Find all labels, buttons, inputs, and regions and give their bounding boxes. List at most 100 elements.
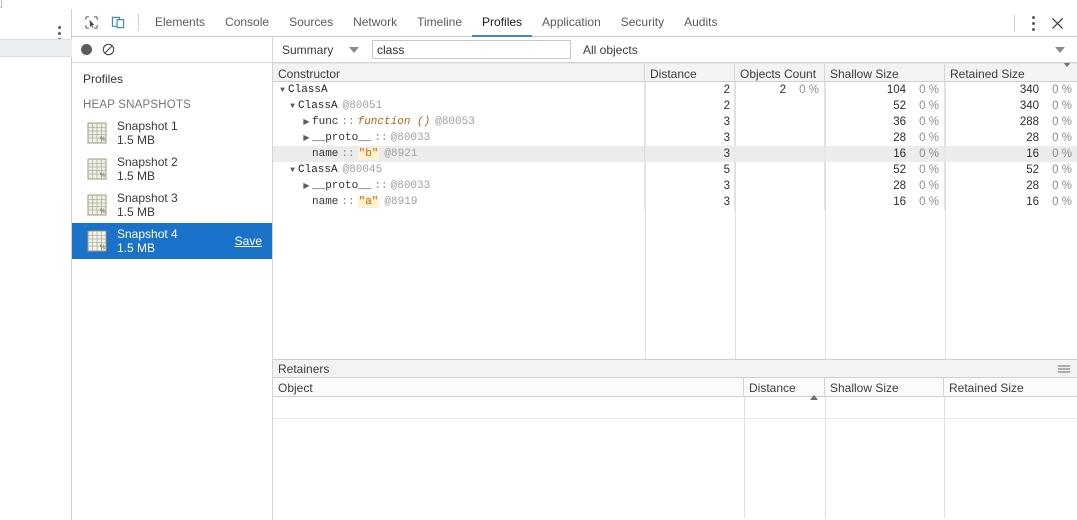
hamburger-icon[interactable] [1058, 363, 1070, 374]
retained-size-percent: 0 % [1052, 132, 1072, 144]
view-mode-select[interactable]: Summary [282, 43, 372, 57]
cell-constructor: name :: "b" @8921 [273, 146, 645, 162]
column-header-retained-size[interactable]: Retained Size [944, 378, 1077, 397]
cell-retained-size: 340 0 % [945, 82, 1077, 98]
class-filter-input[interactable] [372, 40, 571, 59]
column-header-distance[interactable]: Distance [645, 64, 735, 83]
column-header-distance[interactable]: Distance [744, 378, 825, 400]
table-row[interactable]: ▼ ClassA @80045 5 52 0 % 52 0 % [273, 162, 1077, 178]
table-row[interactable]: name :: "b" @8921 3 16 0 % 16 0 % [273, 146, 1077, 162]
table-row[interactable]: ▶ __proto__ :: @80033 3 28 0 % 28 0 % [273, 178, 1077, 194]
property-name: name [312, 148, 339, 160]
cell-constructor: ▼ ClassA [273, 82, 645, 98]
shallow-size-value: 16 [893, 196, 906, 208]
object-id: @8919 [384, 196, 418, 208]
sidebar-item-snapshot-1[interactable]: % Snapshot 1 1.5 MB [72, 115, 272, 151]
retained-size-percent: 0 % [1052, 196, 1072, 208]
tab-elements[interactable]: Elements [145, 9, 215, 37]
cell-distance: 3 [645, 178, 735, 194]
column-header-retained-size[interactable]: Retained Size [945, 63, 1077, 83]
sidebar-item-snapshot-3[interactable]: % Snapshot 3 1.5 MB [72, 187, 272, 223]
retained-size-percent: 0 % [1052, 180, 1072, 192]
property-value: function () [357, 116, 431, 128]
column-header-object[interactable]: Object [273, 378, 744, 397]
twisty-open-icon[interactable]: ▼ [277, 86, 288, 95]
table-row[interactable]: name :: "a" @8919 3 16 0 % 16 0 % [273, 194, 1077, 210]
cell-retained-size: 28 0 % [945, 130, 1077, 146]
profiles-toolbar-right: Summary All objects [273, 37, 1077, 63]
retained-size-value: 340 [1019, 84, 1039, 96]
sidebar-item-snapshot-4[interactable]: % Snapshot 4 1.5 MB Save [72, 223, 272, 259]
device-toolbar-icon[interactable] [106, 11, 131, 35]
devtools-tool-icons [72, 11, 145, 35]
profiles-toolbar-left [72, 36, 273, 63]
retainers-grid: Object Distance Shallow Size Retained Si… [273, 378, 1077, 518]
sort-ascending-icon [810, 380, 818, 400]
column-header-shallow-size[interactable]: Shallow Size [825, 64, 945, 83]
devtools-screenshot: Elements Console Sources Network Timelin… [0, 0, 1077, 520]
close-icon[interactable] [1045, 11, 1069, 35]
cell-distance: 2 [645, 82, 735, 98]
tab-profiles[interactable]: Profiles [472, 9, 533, 37]
property-name: __proto__ [312, 180, 372, 192]
twisty-open-icon[interactable]: ▼ [287, 102, 298, 111]
column-header-objects-count[interactable]: Objects Count [735, 64, 825, 83]
tab-label: Security [620, 14, 665, 29]
column-header-constructor[interactable]: Constructor [273, 64, 645, 83]
tab-audits[interactable]: Audits [674, 9, 727, 37]
property-value: "a" [357, 196, 380, 208]
devtools-kebab-menu-icon[interactable] [1023, 11, 1043, 35]
inspect-element-icon[interactable] [79, 11, 104, 35]
table-row[interactable]: ▶ func :: function () @80053 3 36 0 % 28… [273, 114, 1077, 130]
tab-console[interactable]: Console [215, 9, 279, 37]
table-row[interactable]: ▶ __proto__ :: @80033 3 28 0 % 28 0 % [273, 130, 1077, 146]
object-id: @80051 [342, 100, 383, 112]
browser-active-tab[interactable] [1, 0, 1077, 8]
property-value: "b" [357, 148, 380, 160]
tab-network[interactable]: Network [343, 9, 407, 37]
property-separator: :: [374, 180, 388, 192]
clear-prohibited-icon[interactable] [102, 43, 115, 56]
tab-timeline[interactable]: Timeline [407, 9, 472, 37]
snapshot-text: Snapshot 4 1.5 MB [117, 227, 178, 255]
shallow-size-percent: 0 % [919, 148, 939, 160]
heap-snapshot-view: Constructor Distance Objects Count Shall… [273, 63, 1077, 520]
retainers-panel: Retainers Object Distance Shallow Size R… [273, 360, 1077, 519]
distance-value: 3 [723, 180, 730, 192]
cell-objects-count [735, 194, 825, 210]
distance-value: 3 [723, 148, 730, 160]
twisty-closed-icon[interactable]: ▶ [301, 133, 312, 143]
tab-sources[interactable]: Sources [279, 9, 343, 37]
column-header-shallow-size[interactable]: Shallow Size [825, 378, 944, 397]
cell-retained-size: 16 0 % [945, 146, 1077, 162]
twisty-open-icon[interactable]: ▼ [287, 166, 298, 175]
shallow-size-value: 28 [893, 132, 906, 144]
sidebar-item-snapshot-2[interactable]: % Snapshot 2 1.5 MB [72, 151, 272, 187]
distance-value: 3 [723, 132, 730, 144]
tab-application[interactable]: Application [532, 9, 611, 37]
svg-text:%: % [100, 209, 106, 215]
property-separator: :: [341, 196, 355, 208]
table-row[interactable]: ▼ ClassA @80051 2 52 0 % 340 0 % [273, 98, 1077, 114]
twisty-closed-icon[interactable]: ▶ [301, 117, 312, 127]
column-label: Object [278, 380, 313, 395]
cell-shallow-size: 16 0 % [825, 194, 945, 210]
retainers-grid-header: Object Distance Shallow Size Retained Si… [273, 378, 1077, 400]
twisty-closed-icon[interactable]: ▶ [301, 181, 312, 191]
table-row[interactable]: ▼ ClassA 2 2 0 % 104 0 % 340 0 % [273, 82, 1077, 98]
property-separator: :: [374, 132, 388, 144]
tab-label: Elements [155, 14, 206, 29]
retained-size-percent: 0 % [1052, 164, 1072, 176]
tab-security[interactable]: Security [611, 9, 674, 37]
object-id: @80033 [390, 180, 431, 192]
column-label: Shallow Size [830, 66, 899, 81]
object-scope-select[interactable]: All objects [583, 37, 1077, 63]
record-circle-icon[interactable] [81, 44, 92, 55]
column-label: Retained Size [950, 66, 1025, 81]
property-separator: :: [341, 116, 355, 128]
object-id: @80053 [435, 116, 475, 128]
tab-label: Application [542, 14, 601, 29]
heap-snapshot-icon: % [86, 121, 108, 145]
save-snapshot-link[interactable]: Save [235, 234, 262, 248]
cell-objects-count [735, 178, 825, 194]
